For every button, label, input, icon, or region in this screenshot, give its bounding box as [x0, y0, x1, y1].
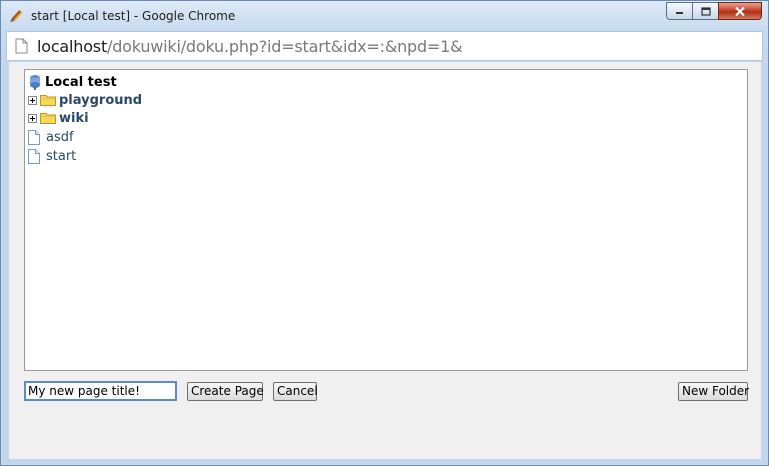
- minimize-icon: [675, 12, 683, 14]
- close-icon: [735, 6, 745, 16]
- namespace-tree: Local test playground wiki asdf start: [24, 69, 748, 371]
- page-icon: [28, 129, 40, 145]
- create-page-button[interactable]: Create Page: [187, 382, 264, 401]
- tree-page-start[interactable]: start: [28, 147, 76, 165]
- browser-window: start [Local test] - Google Chrome local…: [0, 0, 769, 466]
- minimize-button[interactable]: [666, 2, 692, 20]
- folder-icon: [40, 95, 56, 106]
- page-label[interactable]: start: [46, 149, 76, 164]
- plus-icon[interactable]: [28, 95, 37, 105]
- new-folder-button[interactable]: New Folder: [678, 382, 749, 401]
- window-title: start [Local test] - Google Chrome: [31, 9, 236, 23]
- plus-icon[interactable]: [28, 113, 37, 123]
- tree-root[interactable]: Local test: [28, 73, 117, 91]
- namespace-label[interactable]: wiki: [59, 111, 89, 126]
- cancel-button[interactable]: Cancel: [273, 382, 318, 401]
- page-title-input[interactable]: [24, 381, 177, 401]
- maximize-icon: [700, 6, 711, 16]
- title-bar[interactable]: start [Local test] - Google Chrome: [1, 1, 768, 31]
- wiki-root-icon: [30, 75, 40, 90]
- media-manager-content: Local test playground wiki asdf start My…: [9, 62, 761, 459]
- form-bar: Create Page Cancel New Folder: [24, 380, 749, 402]
- page-icon: [28, 148, 40, 164]
- maximize-button[interactable]: [692, 2, 718, 20]
- tree-page-asdf[interactable]: asdf: [28, 128, 74, 146]
- tree-root-label: Local test: [45, 74, 117, 90]
- url-path: /dokuwiki/doku.php?id=start&idx=:&npd=1&: [107, 37, 463, 56]
- tree-namespace-playground[interactable]: playground: [28, 91, 142, 109]
- close-button[interactable]: [718, 2, 762, 20]
- page-icon: [15, 38, 28, 54]
- folder-icon: [40, 113, 56, 124]
- page-label[interactable]: asdf: [46, 130, 74, 145]
- window-controls: [666, 2, 762, 21]
- url-host: localhost: [37, 37, 108, 56]
- address-bar[interactable]: localhost/dokuwiki/doku.php?id=start&idx…: [6, 31, 763, 61]
- namespace-label[interactable]: playground: [59, 93, 142, 108]
- tree-namespace-wiki[interactable]: wiki: [28, 109, 89, 127]
- url-text[interactable]: localhost/dokuwiki/doku.php?id=start&idx…: [37, 37, 463, 56]
- dokuwiki-icon: [10, 10, 23, 22]
